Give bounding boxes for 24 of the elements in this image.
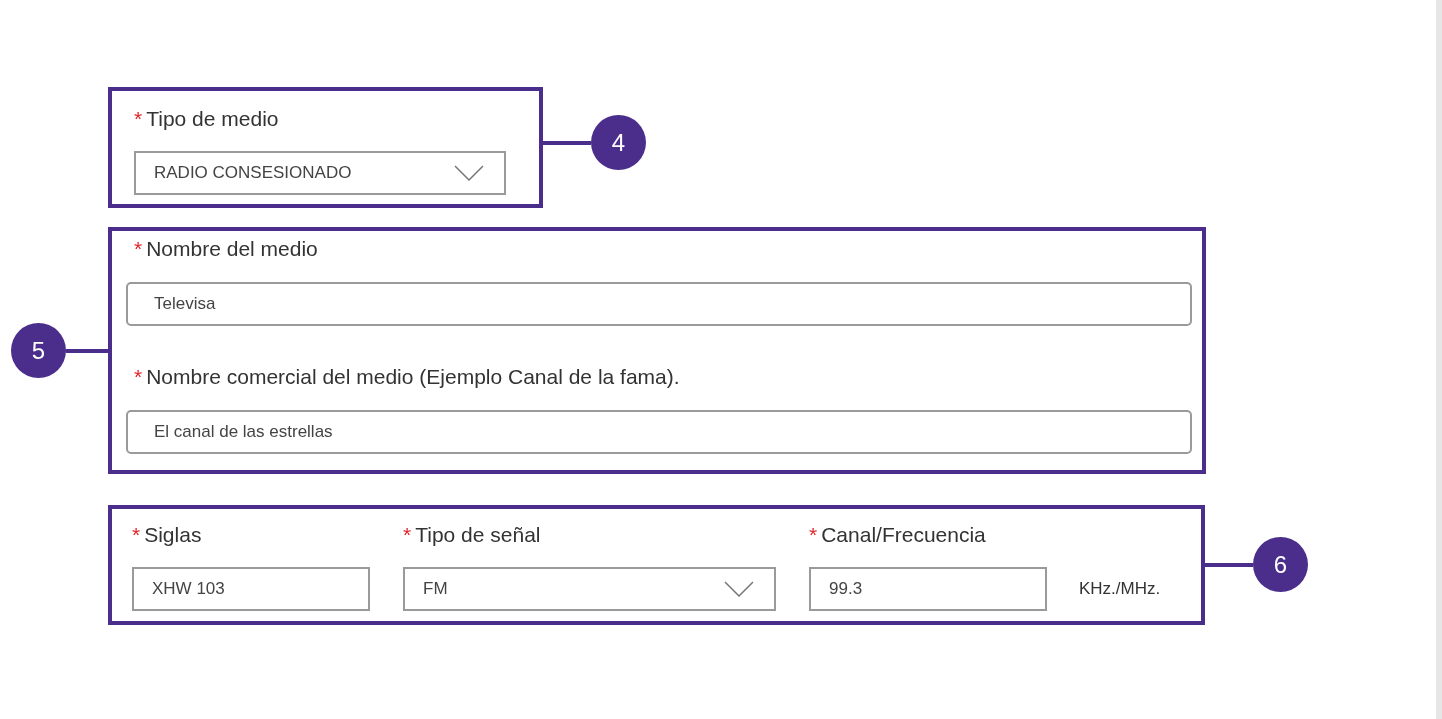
required-asterisk: * bbox=[134, 238, 143, 259]
required-asterisk: * bbox=[134, 366, 143, 387]
callout-badge: 4 bbox=[591, 115, 646, 170]
callout-badge: 6 bbox=[1253, 537, 1308, 592]
field-label: Nombre del medio bbox=[146, 238, 318, 259]
field-label: Canal/Frecuencia bbox=[821, 524, 986, 545]
required-asterisk: * bbox=[134, 108, 143, 129]
required-asterisk: * bbox=[809, 524, 818, 545]
field-label: Nombre comercial del medio (Ejemplo Canal de la fama). bbox=[146, 366, 680, 387]
input-field[interactable]: 99.3 bbox=[809, 567, 1047, 611]
chevron-down-icon bbox=[454, 165, 484, 181]
unit-label: KHz./MHz. bbox=[1079, 578, 1161, 601]
field-label: Tipo de medio bbox=[146, 108, 279, 129]
required-asterisk: * bbox=[403, 524, 412, 545]
input-field[interactable]: XHW 103 bbox=[132, 567, 370, 611]
select-field[interactable]: RADIO CONSESIONADO bbox=[134, 151, 506, 195]
chevron-down-icon bbox=[724, 581, 754, 597]
field-label: Tipo de señal bbox=[415, 524, 541, 545]
required-asterisk: * bbox=[132, 524, 141, 545]
field-label: Siglas bbox=[144, 524, 202, 545]
select-field[interactable]: FM bbox=[403, 567, 776, 611]
input-field[interactable]: El canal de las estrellas bbox=[126, 410, 1192, 454]
callout-badge: 5 bbox=[11, 323, 66, 378]
input-field[interactable]: Televisa bbox=[126, 282, 1192, 326]
